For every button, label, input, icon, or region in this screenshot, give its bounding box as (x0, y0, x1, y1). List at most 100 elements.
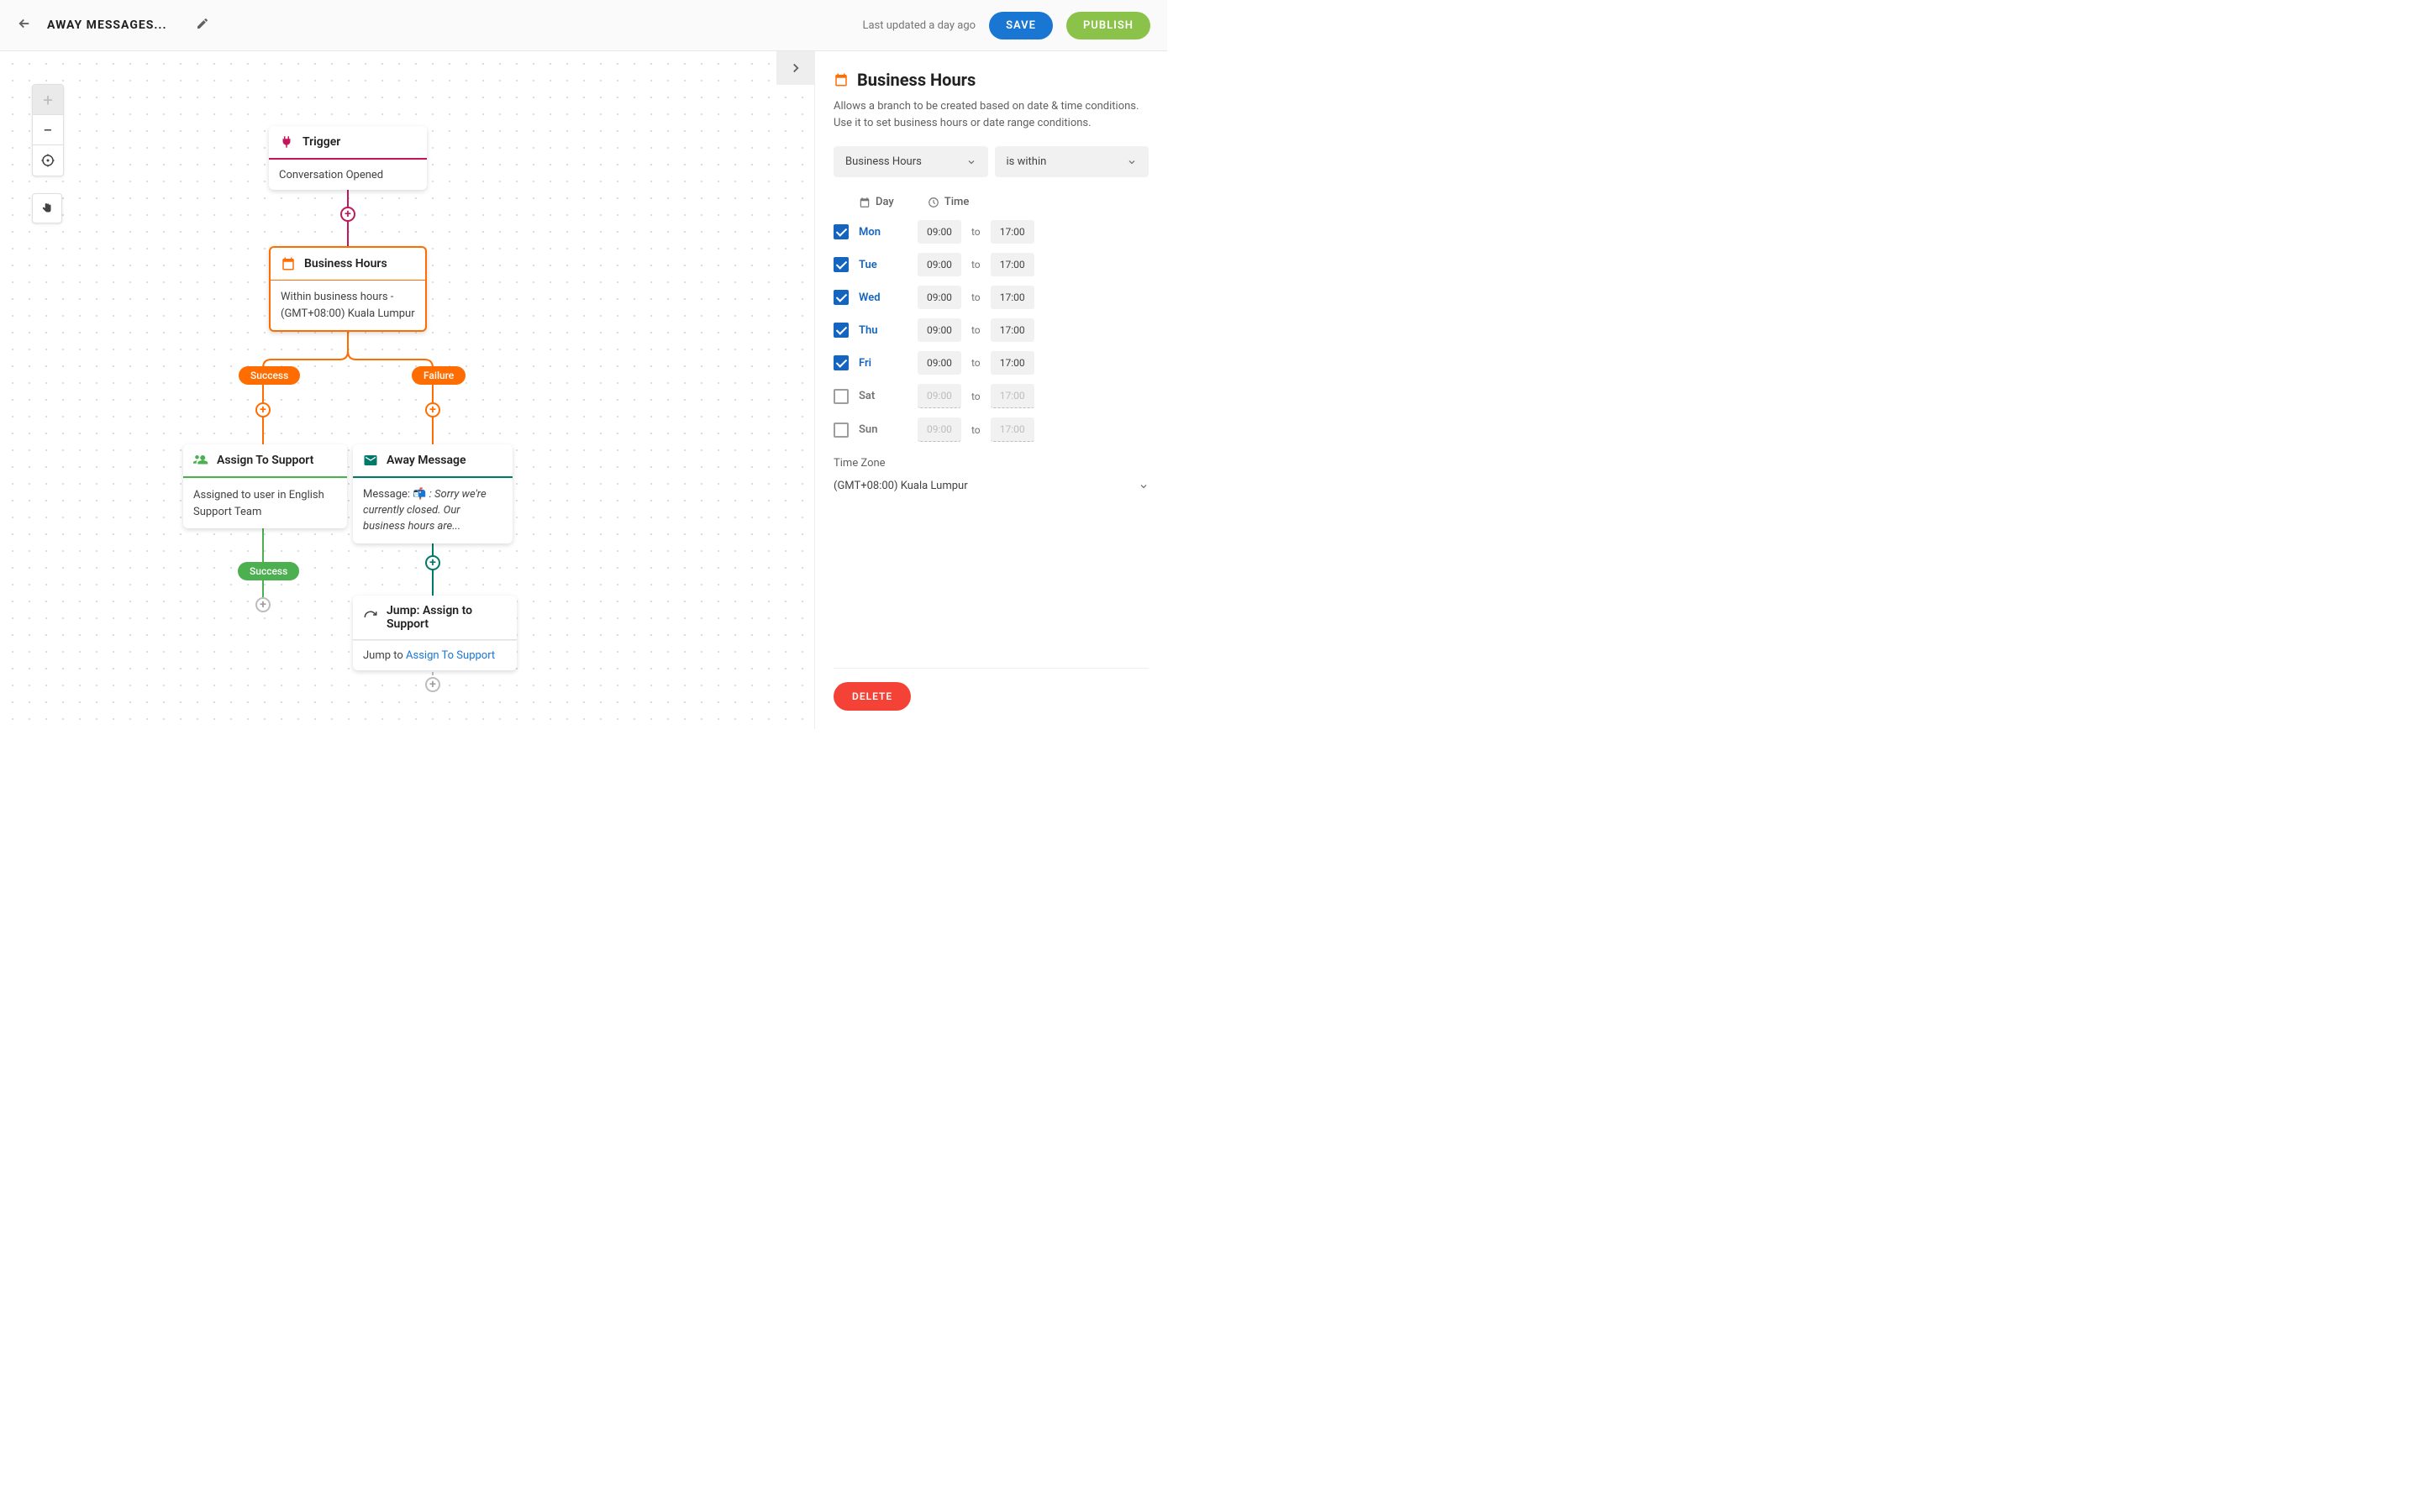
success-end-badge: Success (238, 562, 299, 580)
to-separator: to (971, 226, 981, 238)
back-arrow-icon[interactable] (17, 16, 32, 34)
day-time-headers: Day Time (834, 196, 1149, 208)
condition-selects: Business Hours is within (834, 146, 1149, 177)
delete-button[interactable]: DELETE (834, 682, 911, 711)
jump-node-header: Jump: Assign to Support (353, 596, 517, 640)
assign-node-header: Assign To Support (183, 444, 347, 478)
assign-title: Assign To Support (217, 454, 313, 467)
start-time-input[interactable]: 09:00 (918, 220, 961, 244)
add-step-after-trigger[interactable]: + (340, 207, 355, 222)
away-prefix: Message: 📬 (363, 488, 429, 501)
calendar-icon (834, 72, 849, 87)
start-time-input: 09:00 (918, 384, 961, 408)
to-separator: to (971, 357, 981, 369)
day-row-thu: Thu 09:00 to 17:00 (834, 318, 1149, 342)
to-separator: to (971, 424, 981, 436)
day-rows-container: Mon 09:00 to 17:00 Tue 09:00 to 17:00 Wed 09:00 to… (834, 220, 1149, 442)
day-label: Thu (859, 324, 889, 337)
start-time-input[interactable]: 09:00 (918, 351, 961, 375)
save-button[interactable]: SAVE (989, 12, 1053, 39)
timezone-select[interactable]: (GMT+08:00) Kuala Lumpur (834, 475, 1149, 497)
collapse-panel-button[interactable] (776, 51, 814, 85)
clock-icon (928, 197, 939, 208)
add-step-after-jump[interactable]: + (425, 677, 440, 692)
add-step-failure-branch[interactable]: + (425, 402, 440, 417)
jump-title: Jump: Assign to Support (387, 604, 507, 631)
jump-target-link[interactable]: Assign To Support (406, 649, 495, 662)
zoom-out-button[interactable]: − (33, 115, 63, 145)
condition-operator-value: is within (1007, 155, 1047, 168)
start-time-input[interactable]: 09:00 (918, 286, 961, 309)
assign-body: Assigned to user in English Support Team (183, 478, 347, 528)
day-checkbox[interactable] (834, 423, 849, 438)
end-time-input[interactable]: 17:00 (991, 253, 1034, 276)
trigger-node[interactable]: Trigger Conversation Opened (269, 126, 427, 190)
config-panel: Business Hours Allows a branch to be cre… (814, 51, 1167, 729)
day-label: Tue (859, 259, 889, 271)
day-checkbox[interactable] (834, 355, 849, 370)
zoom-in-button[interactable]: + (33, 85, 63, 115)
condition-type-select[interactable]: Business Hours (834, 146, 988, 177)
day-checkbox[interactable] (834, 257, 849, 272)
workflow-canvas[interactable]: Trigger Conversation Opened + Business H… (0, 51, 814, 729)
panel-title-text: Business Hours (857, 70, 976, 90)
away-body: Message: 📬 : Sorry we're currently close… (353, 478, 513, 543)
header-right: Last updated a day ago SAVE PUBLISH (862, 12, 1150, 39)
jump-icon (363, 610, 378, 625)
day-column-header: Day (859, 196, 894, 208)
away-title: Away Message (387, 454, 466, 467)
business-hours-body: Within business hours - (GMT+08:00) Kual… (271, 281, 425, 330)
jump-prefix: Jump to (363, 649, 406, 662)
time-column-header: Time (928, 196, 970, 208)
chevron-down-icon (1127, 157, 1137, 167)
start-time-input: 09:00 (918, 417, 961, 442)
day-checkbox[interactable] (834, 389, 849, 404)
add-step-success-branch[interactable]: + (255, 402, 271, 417)
business-hours-header: Business Hours (271, 248, 425, 281)
add-step-after-away[interactable]: + (425, 555, 440, 570)
start-time-input[interactable]: 09:00 (918, 253, 961, 276)
zoom-fit-button[interactable] (33, 145, 63, 176)
end-time-input: 17:00 (991, 384, 1034, 408)
away-message-node[interactable]: Away Message Message: 📬 : Sorry we're cu… (353, 444, 513, 543)
timezone-label: Time Zone (834, 457, 1149, 470)
business-hours-node[interactable]: Business Hours Within business hours - (… (269, 246, 427, 332)
calendar-small-icon (859, 197, 871, 208)
panel-description: Allows a branch to be created based on d… (834, 98, 1149, 131)
business-hours-title: Business Hours (304, 257, 387, 270)
zoom-controls: + − (32, 84, 64, 176)
day-label: Mon (859, 226, 889, 239)
day-label: Fri (859, 357, 889, 370)
trigger-node-header: Trigger (269, 126, 427, 160)
day-checkbox[interactable] (834, 323, 849, 338)
day-row-tue: Tue09:00to17:00 (834, 253, 1149, 276)
day-label: Wed (859, 291, 889, 304)
pan-button[interactable] (32, 193, 62, 223)
day-row-sun: Sun09:00to17:00 (834, 417, 1149, 442)
condition-type-value: Business Hours (845, 155, 922, 168)
day-label: Sun (859, 423, 889, 436)
jump-node[interactable]: Jump: Assign to Support Jump to Assign T… (353, 596, 517, 670)
day-row-mon: Mon 09:00 to 17:00 (834, 220, 1149, 244)
end-time-input[interactable]: 17:00 (991, 220, 1034, 244)
to-separator: to (971, 324, 981, 336)
end-time-input[interactable]: 17:00 (991, 286, 1034, 309)
day-checkbox[interactable] (834, 224, 849, 239)
day-checkbox[interactable] (834, 290, 849, 305)
chevron-down-icon (1139, 481, 1149, 491)
start-time-input[interactable]: 09:00 (918, 318, 961, 342)
panel-footer: DELETE (834, 668, 1149, 711)
top-header: AWAY MESSAGES... Last updated a day ago … (0, 0, 1167, 51)
to-separator: to (971, 391, 981, 402)
chevron-down-icon (966, 157, 976, 167)
trigger-title: Trigger (302, 135, 340, 149)
jump-body: Jump to Assign To Support (353, 640, 517, 670)
publish-button[interactable]: PUBLISH (1066, 12, 1150, 39)
edit-title-icon[interactable] (196, 17, 209, 34)
day-row-fri: Fri 09:00 to 17:00 (834, 351, 1149, 375)
end-time-input[interactable]: 17:00 (991, 318, 1034, 342)
add-step-after-assign[interactable]: + (255, 597, 271, 612)
assign-to-support-node[interactable]: Assign To Support Assigned to user in En… (183, 444, 347, 528)
end-time-input[interactable]: 17:00 (991, 351, 1034, 375)
condition-operator-select[interactable]: is within (995, 146, 1150, 177)
